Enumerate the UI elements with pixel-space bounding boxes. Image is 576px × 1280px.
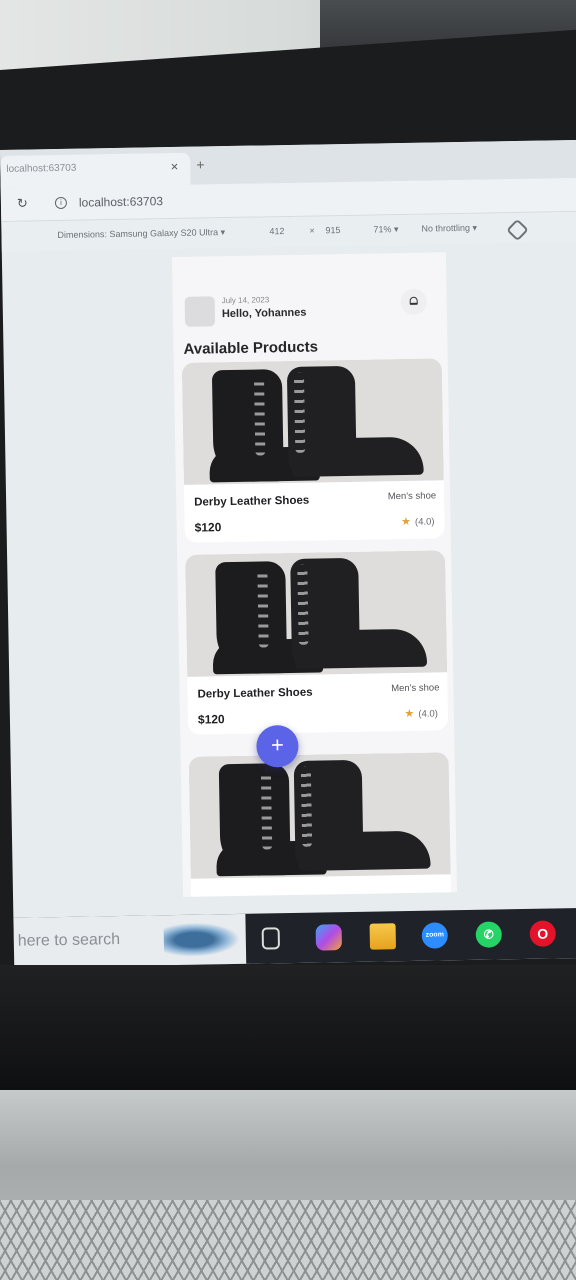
opera-icon[interactable]: O — [529, 920, 556, 947]
zoom-app-icon[interactable]: zoom — [421, 922, 449, 949]
product-category: Men's shoe — [387, 490, 437, 503]
device-dimensions-select[interactable]: Dimensions: Samsung Galaxy S20 Ultra ▾ — [57, 227, 225, 241]
header-date: July 14, 2023 — [221, 295, 270, 306]
emulated-device-viewport: July 14, 2023 Hello, Yohannes Available … — [171, 252, 458, 897]
taskbar: here to search zoom ✆ O — [13, 907, 576, 968]
laptop-bezel-bottom — [0, 965, 576, 1095]
site-info-icon[interactable]: i — [54, 196, 68, 210]
speaker-grille — [0, 1200, 576, 1280]
boot-laces — [300, 766, 313, 847]
tab-title: localhost:63703 — [6, 162, 77, 175]
boot-laces — [257, 567, 269, 648]
section-title: Available Products — [183, 338, 319, 358]
boot-shape — [294, 628, 428, 669]
product-rating: ★ (4.0) — [401, 514, 435, 528]
product-rating: ★ (4.0) — [404, 706, 438, 720]
product-image — [185, 550, 448, 677]
file-explorer-icon[interactable] — [369, 923, 397, 950]
rating-value: (4.0) — [418, 708, 439, 720]
boot-shape — [291, 436, 424, 477]
copilot-icon[interactable] — [315, 924, 343, 951]
laptop-screen: localhost:63703 × + ↻ i localhost:63703 … — [0, 139, 576, 968]
throttling-select[interactable]: No throttling ▾ — [421, 223, 477, 235]
product-category: Men's shoe — [391, 682, 440, 695]
boot-laces — [253, 375, 266, 456]
header-greeting: Hello, Yohannes — [221, 306, 307, 321]
product-card[interactable]: Derby Leather Shoes $120 Men's shoe ★ (4.… — [181, 358, 445, 543]
whatsapp-icon[interactable]: ✆ — [475, 921, 502, 948]
close-icon[interactable]: × — [171, 159, 179, 174]
task-view-icon[interactable] — [261, 927, 280, 950]
star-icon: ★ — [401, 515, 412, 529]
boot-laces — [297, 564, 309, 645]
product-card[interactable] — [188, 752, 452, 897]
notifications-button[interactable] — [400, 288, 427, 316]
browser-tab[interactable]: localhost:63703 × — [0, 152, 191, 188]
rotate-icon[interactable] — [506, 218, 529, 242]
product-name: Derby Leather Shoes — [197, 686, 313, 701]
url-field[interactable]: localhost:63703 — [79, 194, 163, 209]
dimension-separator: × — [309, 225, 315, 236]
avatar[interactable] — [184, 296, 216, 327]
product-card[interactable]: Derby Leather Shoes $120 Men's shoe ★ (4.… — [185, 550, 449, 735]
product-price: $120 — [194, 520, 222, 535]
device-width-field[interactable]: 412 — [269, 226, 284, 236]
device-height-field[interactable]: 915 — [325, 225, 340, 235]
rating-value: (4.0) — [414, 516, 435, 528]
product-image — [188, 752, 451, 879]
bell-icon — [409, 296, 418, 305]
product-name: Derby Leather Shoes — [194, 494, 310, 509]
star-icon: ★ — [404, 707, 415, 721]
new-tab-icon[interactable]: + — [196, 156, 204, 172]
product-image — [181, 358, 444, 485]
boot-shape — [297, 830, 431, 871]
boot-laces — [293, 372, 306, 453]
zoom-select[interactable]: 71% ▾ — [373, 224, 398, 235]
product-price: $120 — [197, 712, 225, 727]
reload-icon[interactable]: ↻ — [17, 196, 28, 212]
boot-laces — [260, 769, 273, 850]
whale-icon — [163, 921, 241, 958]
